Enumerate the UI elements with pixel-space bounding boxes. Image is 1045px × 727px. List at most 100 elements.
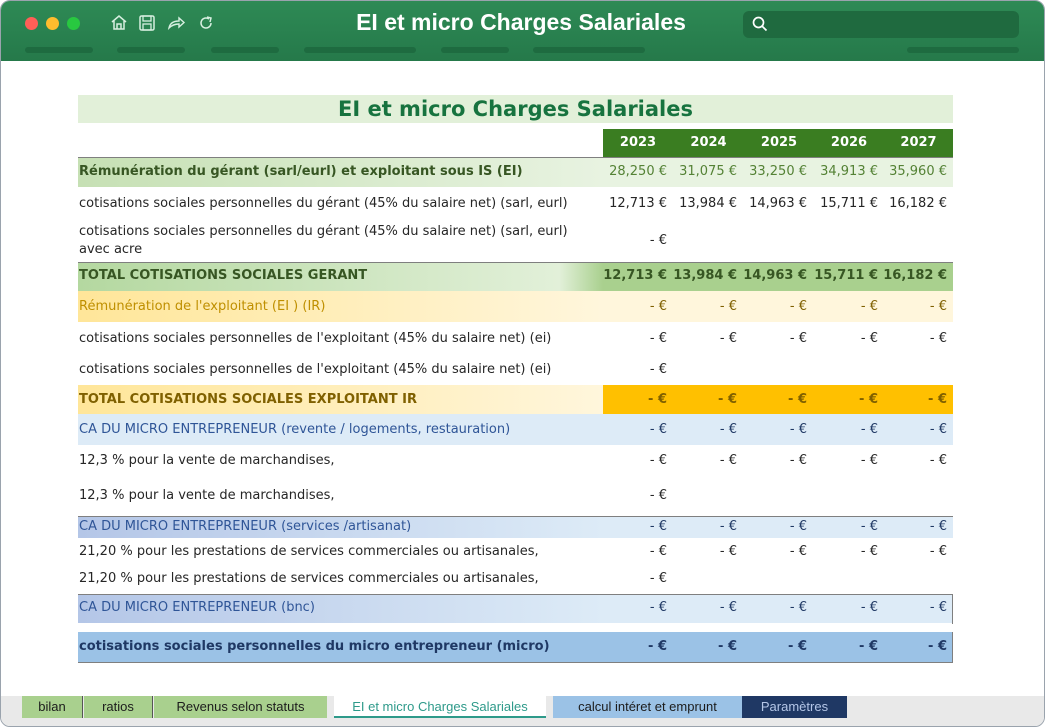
value-cell[interactable]: - € xyxy=(879,600,947,615)
value-cell[interactable]: - € xyxy=(879,299,947,314)
row-label[interactable]: cotisations sociales personnelles de l'e… xyxy=(78,362,551,377)
value-cell[interactable]: 14,963 € xyxy=(739,196,807,211)
row-label[interactable]: 21,20 % pour les prestations de services… xyxy=(78,571,539,586)
value-cell[interactable]: - € xyxy=(669,519,737,534)
value-cell[interactable]: - € xyxy=(810,299,878,314)
value-cell[interactable]: - € xyxy=(810,422,878,437)
year-header-2027[interactable]: 2027 xyxy=(884,129,953,157)
close-window-button[interactable] xyxy=(25,17,38,30)
value-cell[interactable]: - € xyxy=(739,299,807,314)
value-cell[interactable]: - € xyxy=(810,544,878,559)
row-label[interactable]: cotisations sociales personnelles du gér… xyxy=(78,224,568,239)
tab-revenus-selon-statuts[interactable]: Revenus selon statuts xyxy=(154,696,327,718)
value-cell[interactable]: 13,984 € xyxy=(669,268,737,283)
value-cell[interactable]: - € xyxy=(669,392,737,407)
value-cell[interactable]: 28,250 € xyxy=(599,164,667,179)
value-cell[interactable]: - € xyxy=(879,519,947,534)
value-cell[interactable]: - € xyxy=(599,392,667,407)
value-cell[interactable]: 35,960 € xyxy=(879,164,947,179)
row-label-continued[interactable]: avec acre xyxy=(78,242,142,257)
tab-calcul-interet-et-emprunt[interactable]: calcul intéret et emprunt xyxy=(553,696,742,718)
row-label[interactable]: CA DU MICRO ENTREPRENEUR (revente / loge… xyxy=(78,422,510,437)
row-label[interactable]: cotisations sociales personnelles du gér… xyxy=(78,196,568,211)
value-cell[interactable]: 33,250 € xyxy=(739,164,807,179)
value-cell[interactable]: - € xyxy=(879,453,947,468)
value-cell[interactable]: 31,075 € xyxy=(669,164,737,179)
row-label[interactable]: cotisations sociales personnelles de l'e… xyxy=(78,331,551,346)
tab-ratios[interactable]: ratios xyxy=(84,696,153,718)
row-label[interactable]: cotisations sociales personnelles du mic… xyxy=(78,639,550,654)
year-header-2025[interactable]: 2025 xyxy=(744,129,814,157)
share-icon[interactable] xyxy=(166,13,186,33)
value-cell[interactable]: - € xyxy=(599,639,667,654)
value-cell[interactable]: - € xyxy=(810,331,878,346)
year-header-2026[interactable]: 2026 xyxy=(814,129,884,157)
value-cell[interactable]: - € xyxy=(669,453,737,468)
value-cell[interactable]: - € xyxy=(599,544,667,559)
value-cell[interactable]: - € xyxy=(739,392,807,407)
value-cell[interactable]: - € xyxy=(599,299,667,314)
value-cell[interactable]: - € xyxy=(599,519,667,534)
value-cell[interactable]: - € xyxy=(739,639,807,654)
value-cell[interactable]: - € xyxy=(739,453,807,468)
value-cell[interactable]: - € xyxy=(599,571,667,586)
value-cell[interactable]: 15,711 € xyxy=(810,268,878,283)
value-cell[interactable]: - € xyxy=(669,600,737,615)
year-header-2023[interactable]: 2023 xyxy=(603,129,673,157)
value-cell[interactable]: 16,182 € xyxy=(879,196,947,211)
value-cell[interactable]: - € xyxy=(599,233,667,248)
year-header-2024[interactable]: 2024 xyxy=(673,129,744,157)
row-label[interactable]: Rémunération du gérant (sarl/eurl) et ex… xyxy=(78,164,523,179)
minimize-window-button[interactable] xyxy=(46,17,59,30)
value-cell[interactable]: - € xyxy=(879,544,947,559)
value-cell[interactable]: - € xyxy=(810,392,878,407)
value-cell[interactable]: - € xyxy=(879,639,947,654)
value-cell[interactable]: - € xyxy=(599,453,667,468)
refresh-icon[interactable] xyxy=(196,13,216,33)
value-cell[interactable]: - € xyxy=(879,422,947,437)
value-cell[interactable]: - € xyxy=(739,600,807,615)
save-icon[interactable] xyxy=(137,13,157,33)
row-label[interactable]: 12,3 % pour la vente de marchandises, xyxy=(78,488,335,503)
value-cell[interactable]: - € xyxy=(879,392,947,407)
value-cell[interactable]: - € xyxy=(879,331,947,346)
value-cell[interactable]: 34,913 € xyxy=(810,164,878,179)
value-cell[interactable]: 14,963 € xyxy=(739,268,807,283)
home-icon[interactable] xyxy=(109,13,129,33)
value-cell[interactable]: 15,711 € xyxy=(810,196,878,211)
value-cell[interactable]: - € xyxy=(810,600,878,615)
value-cell[interactable]: - € xyxy=(739,422,807,437)
value-cell[interactable]: - € xyxy=(739,331,807,346)
value-cell[interactable]: 16,182 € xyxy=(879,268,947,283)
search-input[interactable] xyxy=(743,11,1019,38)
value-cell[interactable]: - € xyxy=(599,362,667,377)
value-cell[interactable]: 12,713 € xyxy=(599,196,667,211)
value-cell[interactable]: - € xyxy=(599,422,667,437)
row-label[interactable]: CA DU MICRO ENTREPRENEUR (bnc) xyxy=(78,600,315,615)
value-cell[interactable]: - € xyxy=(669,299,737,314)
value-cell[interactable]: - € xyxy=(810,639,878,654)
value-cell[interactable]: - € xyxy=(810,519,878,534)
tab-ei-et-micro-charges-salariales[interactable]: EI et micro Charges Salariales xyxy=(334,696,546,718)
row-label[interactable]: Rémunération de l'exploitant (EI ) (IR) xyxy=(78,299,325,314)
value-cell[interactable]: - € xyxy=(669,544,737,559)
value-cell[interactable]: - € xyxy=(810,453,878,468)
row-label[interactable]: TOTAL COTISATIONS SOCIALES GERANT xyxy=(78,268,367,283)
value-cell[interactable]: - € xyxy=(599,488,667,503)
value-cell[interactable]: - € xyxy=(669,422,737,437)
value-cell[interactable]: 12,713 € xyxy=(599,268,667,283)
row-label[interactable]: 21,20 % pour les prestations de services… xyxy=(78,544,539,559)
value-cell[interactable]: - € xyxy=(739,544,807,559)
value-cell[interactable]: - € xyxy=(669,331,737,346)
value-cell[interactable]: - € xyxy=(669,639,737,654)
row-label[interactable]: TOTAL COTISATIONS SOCIALES EXPLOITANT IR xyxy=(78,392,417,407)
value-cell[interactable]: 13,984 € xyxy=(669,196,737,211)
zoom-window-button[interactable] xyxy=(67,17,80,30)
tab-parametres[interactable]: Paramètres xyxy=(742,696,847,718)
tab-bilan[interactable]: bilan xyxy=(22,696,83,718)
value-cell[interactable]: - € xyxy=(599,331,667,346)
row-label[interactable]: 12,3 % pour la vente de marchandises, xyxy=(78,453,335,468)
row-label[interactable]: CA DU MICRO ENTREPRENEUR (services /arti… xyxy=(78,519,411,534)
value-cell[interactable]: - € xyxy=(599,600,667,615)
value-cell[interactable]: - € xyxy=(739,519,807,534)
